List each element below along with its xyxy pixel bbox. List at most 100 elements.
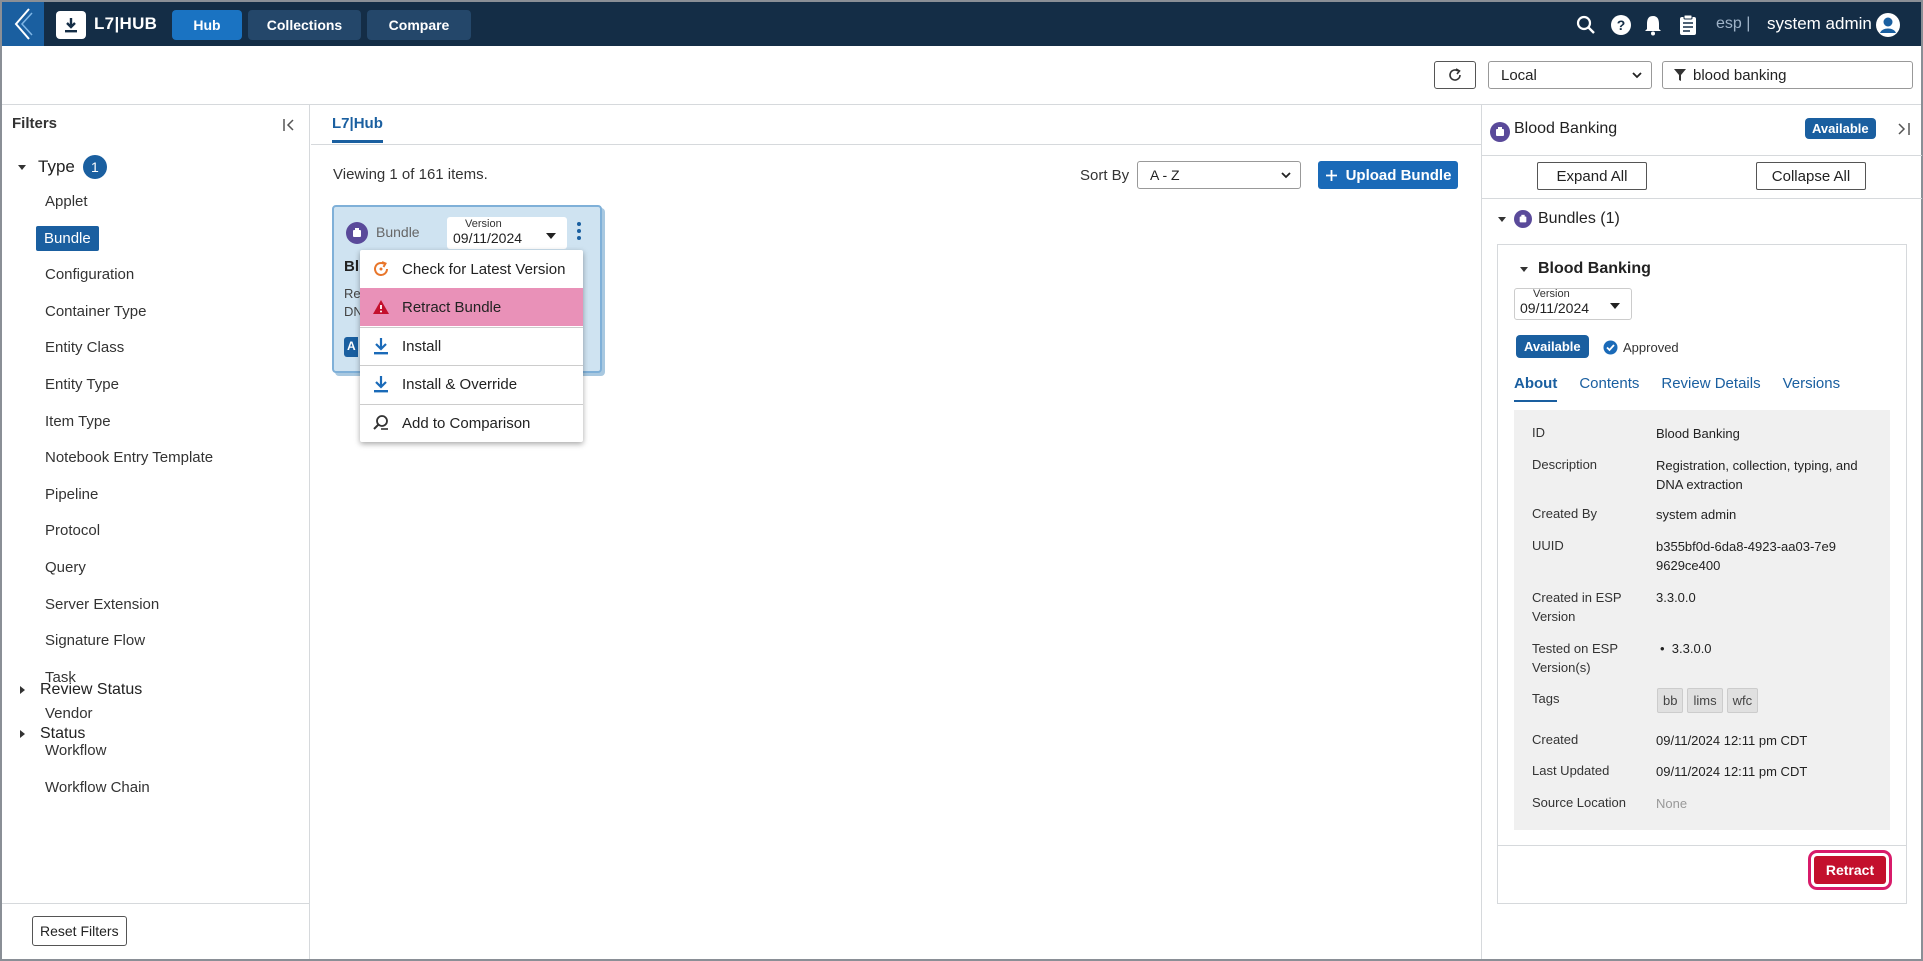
filter-item-protocol[interactable]: Protocol [37, 518, 108, 543]
svg-text:?: ? [1617, 17, 1626, 33]
menu-item-label: Install [402, 337, 442, 355]
collapse-sidebar-icon[interactable] [282, 117, 298, 137]
collapse-panel-icon[interactable] [1896, 121, 1912, 141]
refresh-button[interactable] [1434, 61, 1476, 89]
menu-item-retract-bundle[interactable]: Retract Bundle [360, 288, 583, 326]
filter-item-server-extension[interactable]: Server Extension [37, 592, 167, 617]
verified-check-icon [1603, 340, 1618, 355]
menu-item-label: Install & Override [402, 375, 518, 393]
approved-status: Approved [1603, 340, 1679, 355]
divider [1482, 155, 1922, 156]
bundle-detail-box: Blood Banking Version 09/11/2024 Availab… [1497, 244, 1907, 904]
bundle-context-menu: Check for Latest Version Retract Bundle … [360, 250, 583, 442]
kebab-menu-icon[interactable] [576, 221, 582, 245]
upload-bundle-button[interactable]: Upload Bundle [1318, 161, 1458, 189]
bell-icon[interactable] [1642, 14, 1664, 36]
filter-item-container-type[interactable]: Container Type [37, 299, 154, 324]
filter-item-bundle[interactable]: Bundle [36, 225, 99, 251]
results-count: Viewing 1 of 161 items. [333, 166, 488, 183]
download-icon [56, 11, 86, 39]
back-button[interactable] [2, 2, 44, 46]
details-panel: Blood Banking Available Expand All Colla… [1481, 105, 1922, 959]
filters-sidebar: Filters Type 1 Applet Bundle Configuration… [2, 105, 310, 959]
caret-down-icon [1610, 303, 1620, 309]
caret-down-icon [546, 233, 556, 239]
divider [1498, 845, 1906, 846]
availability-badge: Available [1516, 335, 1589, 358]
search-icon[interactable] [1575, 14, 1597, 36]
tab-l7hub[interactable]: L7|Hub [332, 115, 383, 143]
detail-value-tags: bb lims wfc [1657, 688, 1882, 713]
filter-item-applet[interactable]: Applet [37, 189, 96, 214]
card-title: Bl [344, 258, 359, 275]
tested-version: 3.3.0.0 [1671, 641, 1712, 656]
reset-filters-button[interactable]: Reset Filters [32, 916, 127, 946]
divider [1482, 198, 1922, 199]
filter-item-query[interactable]: Query [37, 555, 94, 580]
tab-contents[interactable]: Contents [1579, 375, 1639, 402]
scope-select-value: Local [1501, 66, 1537, 84]
filter-group-review-status[interactable]: Review Status [16, 681, 142, 699]
chevron-down-icon [1281, 172, 1291, 179]
filter-item-configuration[interactable]: Configuration [37, 262, 142, 287]
top-navbar: L7|HUB Hub Collections Compare ? esp | s… [2, 2, 1921, 46]
collapse-all-button[interactable]: Collapse All [1756, 162, 1866, 190]
filter-group-status[interactable]: Status [16, 725, 85, 743]
detail-value-created-by: system admin [1656, 507, 1737, 522]
detail-value-created: 09/11/2024 12:11 pm CDT [1656, 733, 1808, 748]
filter-item-entity-class[interactable]: Entity Class [37, 335, 132, 360]
caret-right-icon [20, 730, 25, 738]
filter-item-pipeline[interactable]: Pipeline [37, 482, 106, 507]
tenant-label: esp | [1716, 15, 1751, 32]
avatar-icon[interactable] [1875, 12, 1901, 38]
filter-group-status-label: Status [40, 725, 86, 742]
filter-group-type-label: Type [38, 157, 75, 176]
filter-item-entity-type[interactable]: Entity Type [37, 372, 127, 397]
version-select[interactable]: Version 09/11/2024 [1514, 288, 1632, 320]
sort-by-label: Sort By [1080, 167, 1130, 184]
menu-item-add-comparison[interactable]: Add to Comparison [360, 404, 583, 442]
toolbar: Local blood banking [2, 46, 1921, 105]
app-title: L7|HUB [94, 14, 158, 33]
approved-label: Approved [1623, 340, 1679, 355]
filter-item-workflow-chain[interactable]: Workflow Chain [37, 775, 158, 800]
menu-item-install[interactable]: Install [360, 327, 583, 365]
filter-group-review-status-label: Review Status [40, 681, 143, 698]
menu-item-install-override[interactable]: Install & Override [360, 365, 583, 403]
upload-bundle-label: Upload Bundle [1345, 166, 1452, 184]
card-version-value: 09/11/2024 [453, 230, 523, 246]
caret-down-icon [18, 165, 26, 170]
expand-all-button[interactable]: Expand All [1537, 162, 1647, 190]
bundle-detail-toggle[interactable]: Blood Banking [1518, 260, 1651, 278]
scope-select[interactable]: Local [1488, 61, 1652, 89]
detail-label: Tested on ESP Version(s) [1532, 639, 1618, 677]
detail-label: Created [1532, 732, 1579, 747]
tab-about[interactable]: About [1514, 375, 1558, 402]
caret-right-icon [20, 686, 25, 694]
detail-label-line: Tested on ESP [1532, 641, 1618, 656]
card-version-select[interactable]: Version 09/11/2024 [447, 217, 567, 249]
filter-item-item-type[interactable]: Item Type [37, 409, 119, 434]
bundles-section-toggle[interactable]: Bundles (1) [1496, 210, 1620, 228]
menu-item-check-latest[interactable]: Check for Latest Version [360, 250, 583, 288]
retract-button[interactable]: Retract [1808, 850, 1892, 890]
card-status-badge-text: A [347, 339, 356, 353]
bundle-icon [1514, 210, 1532, 228]
help-icon[interactable]: ? [1610, 14, 1632, 36]
nav-collections-button[interactable]: Collections [248, 10, 361, 40]
nav-hub-button[interactable]: Hub [172, 10, 242, 40]
filter-item-vendor[interactable]: Vendor [37, 701, 101, 726]
filter-group-type[interactable]: Type 1 [16, 155, 107, 179]
user-menu[interactable]: system admin [1767, 14, 1872, 34]
tab-versions[interactable]: Versions [1783, 375, 1841, 402]
filters-heading: Filters [12, 115, 58, 132]
filters-footer: Reset Filters [2, 903, 309, 959]
search-input[interactable]: blood banking [1662, 61, 1913, 89]
clipboard-icon[interactable] [1677, 14, 1699, 36]
main-tabbar: L7|Hub [311, 105, 1481, 145]
filter-item-signature-flow[interactable]: Signature Flow [37, 628, 153, 653]
filter-item-notebook-entry-template[interactable]: Notebook Entry Template [37, 445, 221, 470]
tab-review-details[interactable]: Review Details [1661, 375, 1760, 402]
nav-compare-button[interactable]: Compare [367, 10, 471, 40]
sort-select[interactable]: A - Z [1137, 161, 1301, 189]
